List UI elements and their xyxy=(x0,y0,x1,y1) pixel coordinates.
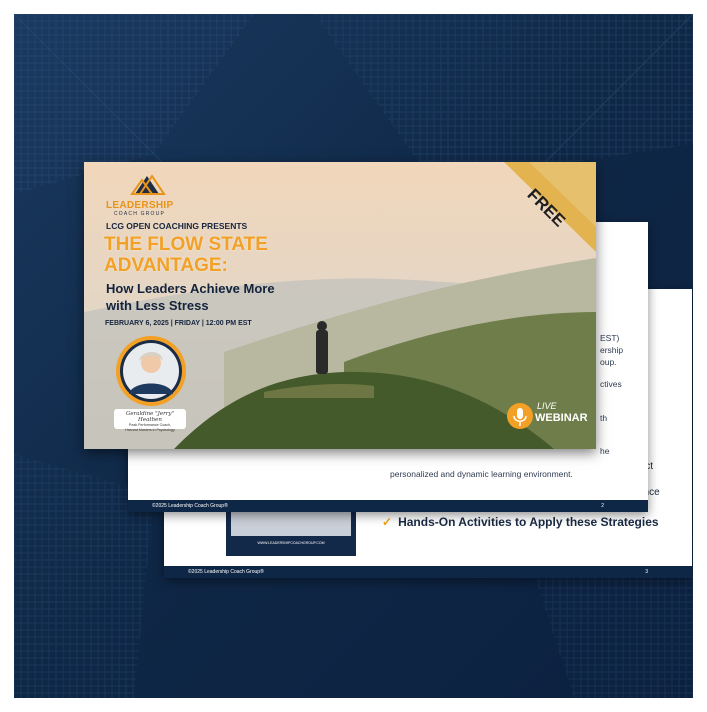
page3-bullet: ✓ Hands-On Activities to Apply these Stra… xyxy=(382,515,659,529)
page3-bullet-text: Hands-On Activities to Apply these Strat… xyxy=(398,515,659,529)
subtitle-line-1: How Leaders Achieve More xyxy=(106,281,275,296)
logo-subtitle: COACH GROUP xyxy=(114,211,165,217)
hiker-figure xyxy=(316,330,328,374)
page2-peek-1: EST) xyxy=(600,333,620,343)
page2-footer-right: 2 xyxy=(601,503,604,509)
page3-url: WWW.LEADERSHIPCOACHGROUP.COM xyxy=(257,541,325,545)
page2-footer-left: ©2025 Leadership Coach Group® xyxy=(152,503,228,509)
title-line-2: ADVANTAGE: xyxy=(104,255,228,276)
page2-peek-4: ctives xyxy=(600,379,622,389)
page3-footer-right: 3 xyxy=(645,569,648,575)
page3-footer-left: ©2025 Leadership Coach Group® xyxy=(188,569,264,575)
page3-footer: ©2025 Leadership Coach Group® 3 xyxy=(164,566,692,578)
page2-footer: ©2025 Leadership Coach Group® 2 xyxy=(128,500,648,512)
speaker-nameplate: Geraldine "Jerry" Heathen Peak Performan… xyxy=(114,409,186,432)
page2-peek-3: oup. xyxy=(600,357,617,367)
page2-peek-5: th xyxy=(600,413,608,423)
logo-wordmark: LEADERSHIP xyxy=(106,200,174,211)
page2-body-text: personalized and dynamic learning enviro… xyxy=(390,469,573,479)
microphone-icon xyxy=(507,403,533,429)
promo-frame: flict ence WWW.LEADERSHIPCOACHGROUP.COM … xyxy=(14,14,693,698)
badge-webinar: WEBINAR xyxy=(535,412,588,424)
badge-live: LIVE xyxy=(537,401,557,411)
subtitle-line-2: with Less Stress xyxy=(106,298,209,313)
speaker-name: Geraldine "Jerry" Heathen xyxy=(125,411,175,423)
speaker-role-2: Harvard Masters in Psychology xyxy=(125,427,175,432)
presents-line: LCG OPEN COACHING PRESENTS xyxy=(106,221,248,231)
title-line-1: THE FLOW STATE xyxy=(104,234,268,255)
page2-peek-2: ership xyxy=(600,345,624,355)
event-date: FEBRUARY 6, 2025 | FRIDAY | 12:00 PM EST xyxy=(105,320,252,327)
webinar-hero-slide: LEADERSHIP COACH GROUP LCG OPEN COACHING… xyxy=(84,162,596,449)
page2-peek-6: he xyxy=(600,446,610,456)
check-icon: ✓ xyxy=(382,515,393,529)
